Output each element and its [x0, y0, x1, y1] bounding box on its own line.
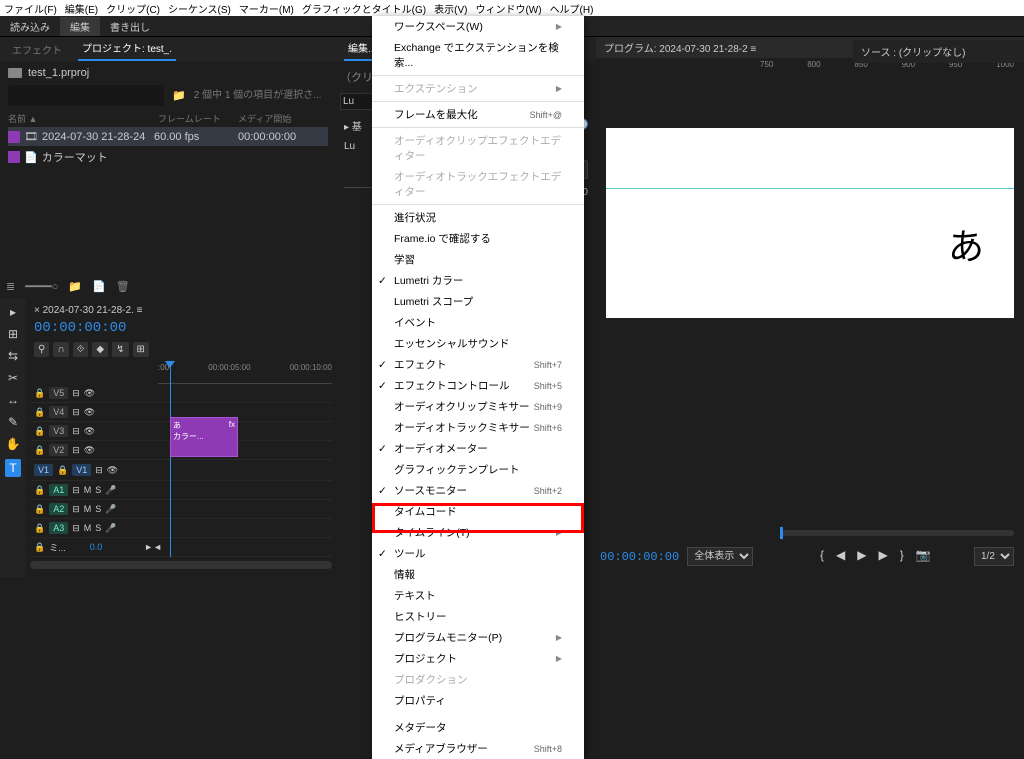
menu-item[interactable]: ✓ツール	[372, 543, 584, 564]
tab-export[interactable]: 書き出し	[100, 17, 160, 36]
mark-out-icon[interactable]: }	[900, 548, 904, 562]
menu-item[interactable]: Lumetri スコープ	[372, 291, 584, 312]
menu-item[interactable]: エッセンシャルサウンド	[372, 333, 584, 354]
menu-item[interactable]: メディアブラウザーShift+8	[372, 738, 584, 759]
track-v1[interactable]: V1🔒V1⊟👁	[30, 460, 332, 481]
project-item[interactable]: 📄カラーマット	[8, 146, 328, 168]
tab-import[interactable]: 読み込み	[0, 17, 60, 36]
menu-item[interactable]: テキスト	[372, 585, 584, 606]
menu-item[interactable]: ✓Lumetri カラー	[372, 270, 584, 291]
file-icon: 📄	[24, 151, 38, 164]
menu-item[interactable]: 情報	[372, 564, 584, 585]
program-controls: 00:00:00:00 全体表示 1/2	[600, 547, 1014, 566]
window-menu: ワークスペース(W)▶Exchange でエクステンションを検索... エクステン…	[372, 16, 584, 759]
preview-glyph: あ	[948, 218, 984, 270]
app-menubar[interactable]: ファイル(F)編集(E)クリップ(C)シーケンス(S)マーカー(M)グラフィック…	[0, 0, 1024, 16]
step-fwd-icon[interactable]: ▶	[878, 548, 887, 562]
export-frame-icon[interactable]: 📷	[916, 548, 931, 562]
source-panel-title: ソース : (クリップなし)	[853, 40, 1024, 63]
tab-project[interactable]: プロジェクト: test_.	[78, 36, 176, 61]
list-view-icon[interactable]: ≣	[6, 280, 15, 293]
column-headers[interactable]: 名前 ▲フレームレートメディア開始	[8, 110, 328, 127]
type-icon[interactable]: T	[5, 459, 20, 477]
timeline-tools: ▸ ⊞ ⇆ ✂ ↔ ✎ ✋ T	[0, 299, 26, 577]
new-bin-icon[interactable]: 📁	[68, 280, 82, 293]
menu-item: オーディオクリップエフェクトエディター	[372, 130, 584, 166]
menu-item[interactable]: プログラムモニター(P)▶	[372, 627, 584, 648]
program-timecode[interactable]: 00:00:00:00	[600, 550, 679, 564]
track-a2[interactable]: 🔒A2⊟MS🎤	[30, 500, 332, 519]
menu-item[interactable]: ✓エフェクトShift+7	[372, 354, 584, 375]
menu-item: エクステンション▶	[372, 78, 584, 99]
playhead[interactable]	[170, 361, 171, 557]
razor-icon[interactable]: ✂	[8, 371, 18, 385]
pen-icon[interactable]: ✎	[8, 415, 18, 429]
sequence-icon: 🎞	[24, 130, 38, 143]
ripple-icon[interactable]: ⇆	[8, 349, 18, 363]
menu-item: プロダクション	[372, 669, 584, 690]
menu-item[interactable]: オーディオクリップミキサーShift+9	[372, 396, 584, 417]
menu-item[interactable]: メタデータ	[372, 717, 584, 738]
menu-item[interactable]: ✓エフェクトコントロールShift+5	[372, 375, 584, 396]
program-scrubber[interactable]	[780, 530, 1014, 536]
menu-item[interactable]: ワークスペース(W)▶	[372, 16, 584, 37]
zoom-scrollbar[interactable]	[30, 561, 332, 569]
menu-item[interactable]: グラフィックテンプレート	[372, 459, 584, 480]
menu-item[interactable]: Exchange でエクステンションを検索...	[372, 37, 584, 73]
menu-item[interactable]: Frame.io で確認する	[372, 228, 584, 249]
bin-icon	[8, 68, 22, 78]
menu-item[interactable]: ✓オーディオメーター	[372, 438, 584, 459]
timeline-buttons[interactable]: ⚲∩⟐◆↯⊞	[30, 338, 332, 361]
play-icon[interactable]: ▶	[857, 548, 866, 562]
menu-item: オーディオトラックエフェクトエディター	[372, 166, 584, 202]
menu-item[interactable]: フレームを最大化Shift+@	[372, 104, 584, 125]
project-footer-icons[interactable]: ≣━━━━○📁📄🗑	[0, 274, 336, 299]
menu-item[interactable]: オーディオトラックミキサーShift+6	[372, 417, 584, 438]
timeline-panel: ▸ ⊞ ⇆ ✂ ↔ ✎ ✋ T × 2024-07-30 21-28-2. ≡ …	[0, 299, 336, 577]
menu-item[interactable]: イベント	[372, 312, 584, 333]
mark-in-icon[interactable]: {	[820, 548, 824, 562]
menu-item[interactable]: プロジェクト▶	[372, 648, 584, 669]
menu-item[interactable]: ✓ソースモニターShift+2	[372, 480, 584, 501]
track-a1[interactable]: 🔒A1⊟MS🎤	[30, 481, 332, 500]
menu-item[interactable]: プロパティ	[372, 690, 584, 711]
folder-icon[interactable]: 📁	[172, 89, 186, 102]
project-file: test_1.prproj	[8, 65, 328, 81]
hand-icon[interactable]: ✋	[6, 437, 21, 451]
fit-select[interactable]: 全体表示	[687, 547, 753, 566]
tab-edit[interactable]: 編集	[60, 17, 100, 36]
transport-controls[interactable]: { ◀ ▶ ▶ } 📷	[820, 548, 931, 562]
resolution-select[interactable]: 1/2	[974, 547, 1014, 566]
menu-item[interactable]: 学習	[372, 249, 584, 270]
sequence-title: × 2024-07-30 21-28-2. ≡	[30, 303, 332, 318]
menu-item[interactable]: 進行状況	[372, 207, 584, 228]
video-clip[interactable]: あfxカラー...	[170, 417, 238, 457]
track-mix[interactable]: 🔒ミ...0.0►◄	[30, 538, 332, 557]
selection-tool-icon[interactable]: ▸	[10, 305, 16, 319]
highlight-box	[372, 503, 584, 533]
step-back-icon[interactable]: ◀	[836, 548, 845, 562]
project-item[interactable]: 🎞2024-07-30 21-28-24 60.00 fps 00:00:00:…	[8, 127, 328, 146]
new-item-icon[interactable]: 📄	[92, 280, 106, 293]
tab-effects[interactable]: エフェクト	[8, 38, 66, 61]
label-swatch	[8, 131, 20, 143]
track-a3[interactable]: 🔒A3⊟MS🎤	[30, 519, 332, 538]
label-swatch	[8, 151, 20, 163]
program-monitor[interactable]: あ	[606, 128, 1014, 318]
filter-info: 2 個中 1 個の項目が選択さ...	[194, 86, 322, 101]
menu-item[interactable]: ヒストリー	[372, 606, 584, 627]
time-ruler[interactable]: :0000:00:05:0000:00:10:00	[158, 361, 332, 384]
trash-icon[interactable]: 🗑	[116, 280, 130, 293]
timecode[interactable]: 00:00:00:00	[30, 318, 332, 338]
search-input[interactable]	[8, 85, 164, 106]
slip-icon[interactable]: ↔	[7, 393, 19, 407]
track-v5[interactable]: 🔒V5⊟👁	[30, 384, 332, 403]
project-tabs: エフェクト プロジェクト: test_.	[0, 37, 336, 61]
track-select-icon[interactable]: ⊞	[8, 327, 18, 341]
